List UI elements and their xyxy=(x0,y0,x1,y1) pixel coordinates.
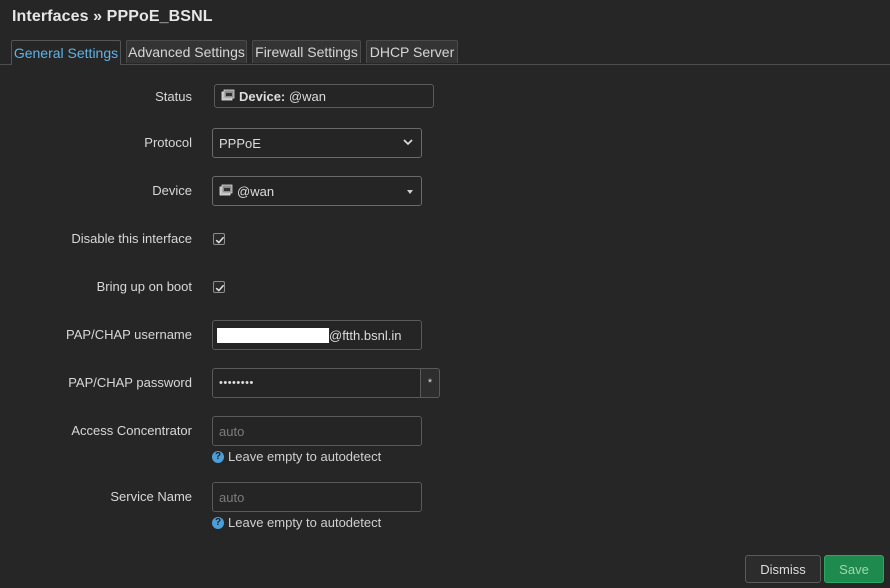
checkmark-icon xyxy=(215,236,225,244)
protocol-label: Protocol xyxy=(144,135,192,150)
protocol-select-value: PPPoE xyxy=(219,135,261,151)
device-label: Device xyxy=(152,183,192,198)
status-label: Status xyxy=(155,89,192,104)
disable-interface-label: Disable this interface xyxy=(71,231,192,246)
username-value-suffix: @ftth.bsnl.in xyxy=(329,327,402,343)
protocol-select[interactable]: PPPoE xyxy=(212,128,422,158)
status-device-prefix: Device: xyxy=(239,88,286,104)
password-label: PAP/CHAP password xyxy=(68,375,192,390)
service-name-input[interactable]: auto xyxy=(212,482,422,512)
access-concentrator-input[interactable]: auto xyxy=(212,416,422,446)
tab-bar: General Settings Advanced Settings Firew… xyxy=(0,38,890,65)
tab-firewall-settings[interactable]: Firewall Settings xyxy=(252,40,361,63)
tab-dhcp-server[interactable]: DHCP Server xyxy=(366,40,458,63)
password-reveal-button[interactable]: * xyxy=(420,368,440,398)
tab-general-settings[interactable]: General Settings xyxy=(11,40,121,65)
chevron-down-icon xyxy=(403,138,413,149)
access-concentrator-help-text: Leave empty to autodetect xyxy=(228,449,382,464)
disable-interface-checkbox[interactable] xyxy=(213,233,225,245)
ethernet-port-icon xyxy=(219,184,233,198)
access-concentrator-placeholder: auto xyxy=(219,423,245,439)
password-input[interactable]: •••••••• xyxy=(212,368,421,398)
save-button[interactable]: Save xyxy=(824,555,884,583)
tab-advanced-settings[interactable]: Advanced Settings xyxy=(126,40,247,63)
service-name-placeholder: auto xyxy=(219,489,245,505)
service-name-help-text: Leave empty to autodetect xyxy=(228,515,382,530)
bring-up-on-boot-checkbox[interactable] xyxy=(213,281,225,293)
caret-down-icon xyxy=(407,186,413,197)
page-title: Interfaces » PPPoE_BSNL xyxy=(12,8,213,25)
service-name-label: Service Name xyxy=(110,489,192,504)
username-label: PAP/CHAP username xyxy=(66,327,192,342)
bring-up-on-boot-label: Bring up on boot xyxy=(96,279,192,294)
checkmark-icon xyxy=(215,284,225,292)
access-concentrator-label: Access Concentrator xyxy=(71,423,192,438)
redacted-block xyxy=(217,327,329,343)
access-concentrator-help: ? Leave empty to autodetect xyxy=(212,449,381,464)
ethernet-port-icon xyxy=(221,89,235,103)
device-dropdown-value: @wan xyxy=(237,183,275,199)
password-reveal-label: * xyxy=(427,377,433,389)
status-device-value: @wan xyxy=(288,88,326,104)
username-input[interactable]: @ftth.bsnl.in xyxy=(212,320,422,350)
service-name-help: ? Leave empty to autodetect xyxy=(212,515,381,530)
device-dropdown[interactable]: @wan xyxy=(212,176,422,206)
question-mark-icon: ? xyxy=(212,450,224,463)
password-value: •••••••• xyxy=(219,377,254,389)
status-display: Device: @wan xyxy=(214,84,434,108)
question-mark-icon: ? xyxy=(212,516,224,529)
dismiss-button[interactable]: Dismiss xyxy=(745,555,821,583)
